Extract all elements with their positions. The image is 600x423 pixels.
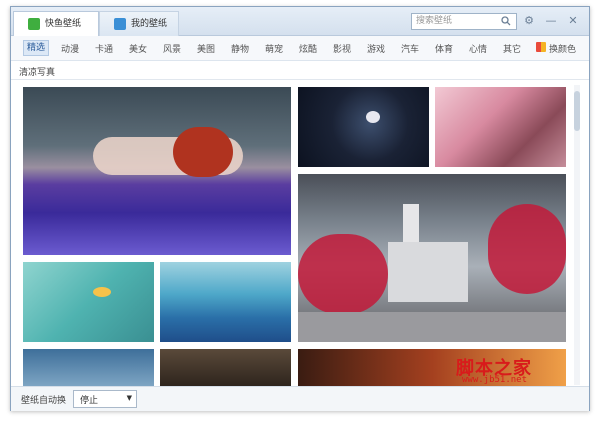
bottom-bar: 壁纸自动换 停止 ▼ bbox=[11, 386, 589, 411]
tab-label: 我的壁纸 bbox=[131, 19, 168, 29]
title-bar: 快鱼壁纸 我的壁纸 搜索壁纸 ⚙ — ✕ bbox=[11, 7, 589, 36]
category-tiyu[interactable]: 体育 bbox=[435, 42, 453, 55]
category-fengjing[interactable]: 风景 bbox=[163, 42, 181, 55]
category-katong[interactable]: 卡通 bbox=[95, 42, 113, 55]
palette-icon bbox=[536, 42, 546, 52]
tab-label: 快鱼壁纸 bbox=[45, 19, 82, 29]
category-xuanku[interactable]: 炫酷 bbox=[299, 42, 317, 55]
minimize-icon: — bbox=[545, 14, 557, 27]
wallpaper-thumbnail[interactable] bbox=[298, 174, 566, 342]
my-wallpaper-icon bbox=[114, 18, 126, 30]
close-icon: ✕ bbox=[568, 14, 578, 27]
wallpaper-thumbnail[interactable] bbox=[160, 349, 291, 387]
wallpaper-thumbnail[interactable] bbox=[23, 262, 154, 342]
category-meitu[interactable]: 美图 bbox=[197, 42, 215, 55]
wallpaper-thumbnail[interactable] bbox=[23, 349, 154, 387]
category-youxi[interactable]: 游戏 bbox=[367, 42, 385, 55]
category-yingshi[interactable]: 影视 bbox=[333, 42, 351, 55]
wallpaper-thumbnail[interactable] bbox=[435, 87, 566, 167]
scrollbar-thumb[interactable] bbox=[574, 91, 580, 131]
gear-icon: ⚙ bbox=[524, 14, 534, 27]
category-jingxuan[interactable]: 精选 bbox=[23, 40, 50, 56]
skin-color-button[interactable]: 换颜色 bbox=[549, 42, 576, 55]
category-xinqing[interactable]: 心情 bbox=[469, 42, 487, 55]
tab-kuaiyu-wallpaper[interactable]: 快鱼壁纸 bbox=[13, 11, 99, 36]
sub-category-title: 清凉写真 bbox=[19, 68, 56, 78]
wallpaper-thumbnail[interactable] bbox=[23, 87, 291, 255]
minimize-button[interactable]: — bbox=[543, 13, 559, 29]
search-button[interactable] bbox=[497, 13, 515, 29]
vertical-scrollbar[interactable] bbox=[574, 85, 580, 385]
wallpaper-thumbnail[interactable] bbox=[160, 262, 291, 342]
category-jingwu[interactable]: 静物 bbox=[231, 42, 249, 55]
watermark-url: www.jb51.net bbox=[462, 375, 528, 385]
sub-category-bar: 清凉写真 bbox=[11, 61, 589, 80]
wallpaper-thumbnail[interactable] bbox=[298, 87, 429, 167]
auto-change-label: 壁纸自动换 bbox=[21, 396, 67, 406]
app-window: 快鱼壁纸 我的壁纸 搜索壁纸 ⚙ — ✕ 精选 动漫 卡通 美女 风景 美图 静… bbox=[10, 6, 590, 411]
dropdown-arrow-icon: ▼ bbox=[126, 394, 132, 402]
search-icon bbox=[501, 16, 511, 26]
settings-button[interactable]: ⚙ bbox=[521, 13, 537, 29]
search-placeholder: 搜索壁纸 bbox=[416, 16, 453, 26]
category-qiche[interactable]: 汽车 bbox=[401, 42, 419, 55]
select-value: 停止 bbox=[80, 396, 99, 406]
category-dongman[interactable]: 动漫 bbox=[61, 42, 79, 55]
wallpaper-grid bbox=[23, 87, 571, 387]
category-meinv[interactable]: 美女 bbox=[129, 42, 147, 55]
category-mengchong[interactable]: 萌宠 bbox=[265, 42, 283, 55]
close-button[interactable]: ✕ bbox=[565, 13, 581, 29]
tab-my-wallpaper[interactable]: 我的壁纸 bbox=[99, 11, 179, 36]
wallpaper-icon bbox=[28, 18, 40, 30]
category-bar: 精选 动漫 卡通 美女 风景 美图 静物 萌宠 炫酷 影视 游戏 汽车 体育 心… bbox=[11, 36, 589, 61]
auto-change-select[interactable]: 停止 ▼ bbox=[73, 390, 137, 408]
category-qita[interactable]: 其它 bbox=[503, 42, 521, 55]
